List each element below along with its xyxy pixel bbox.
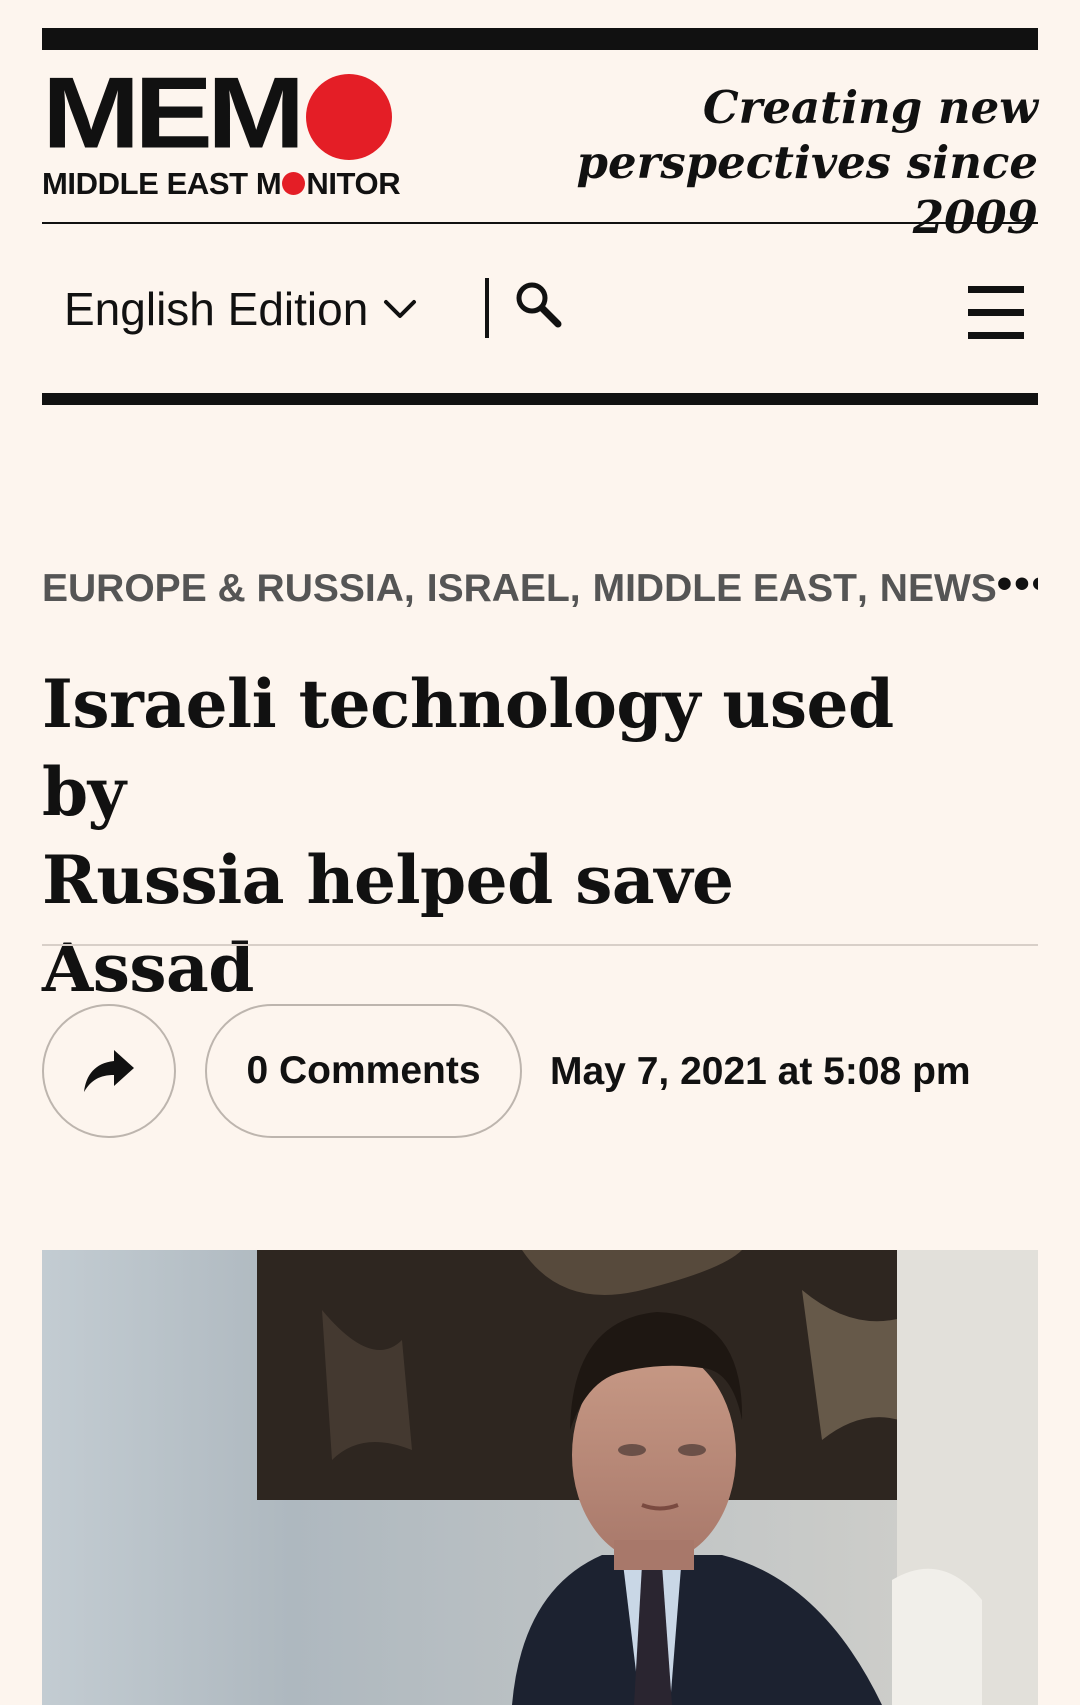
category-link-middle-east[interactable]: MIDDLE EAST — [593, 567, 857, 611]
header-divider — [42, 222, 1038, 224]
headline-line-1: Israeli technology used by — [42, 665, 894, 831]
publish-date: May 7, 2021 at 5:08 pm — [550, 1050, 971, 1093]
share-button[interactable] — [42, 1004, 176, 1138]
memo-logo[interactable]: MEM MIDDLE EAST M NITOR — [42, 56, 402, 202]
edition-label: English Edition — [64, 283, 369, 335]
hamburger-menu-icon — [968, 286, 1024, 339]
more-categories-button[interactable]: ••• — [997, 565, 1038, 609]
article-hero-image — [42, 1250, 1038, 1705]
hamburger-menu-button[interactable] — [966, 284, 1026, 342]
article-headline: Israeli technology used by Russia helped… — [42, 660, 942, 1012]
search-icon — [516, 282, 562, 328]
logo-subtitle: MIDDLE EAST M NITOR — [42, 166, 401, 202]
logo-red-dot — [306, 74, 392, 160]
search-button[interactable] — [512, 278, 566, 332]
category-link-europe-russia[interactable]: EUROPE & RUSSIA — [42, 567, 404, 611]
category-link-israel[interactable]: ISRAEL — [427, 567, 570, 611]
nav-separator — [485, 278, 489, 338]
tagline-line-2: perspectives since 2009 — [576, 136, 1038, 244]
chevron-down-icon — [384, 300, 417, 318]
logo-subtitle-dot — [282, 172, 306, 195]
hero-photo-illustration — [42, 1250, 1038, 1705]
comments-button[interactable]: 0 Comments — [205, 1004, 522, 1138]
share-arrow-icon — [84, 1050, 134, 1092]
logo-subtitle-part1: MIDDLE EAST M — [42, 166, 282, 201]
headline-line-2: Russia helped save Assad — [42, 841, 734, 1007]
header-top-rule — [42, 28, 1038, 50]
category-link-news[interactable]: NEWS — [880, 567, 997, 611]
logo-wordmark: MEM — [42, 56, 305, 171]
article-divider — [42, 944, 1038, 946]
logo-subtitle-part2: NITOR — [306, 166, 401, 201]
tagline-line-1: Creating new — [702, 81, 1038, 134]
site-tagline: Creating new perspectives since 2009 — [478, 80, 1038, 245]
nav-bottom-rule — [42, 393, 1038, 405]
category-list: EUROPE & RUSSIA, ISRAEL, MIDDLE EAST, NE… — [42, 565, 1038, 613]
edition-selector[interactable]: English Edition — [64, 282, 418, 336]
